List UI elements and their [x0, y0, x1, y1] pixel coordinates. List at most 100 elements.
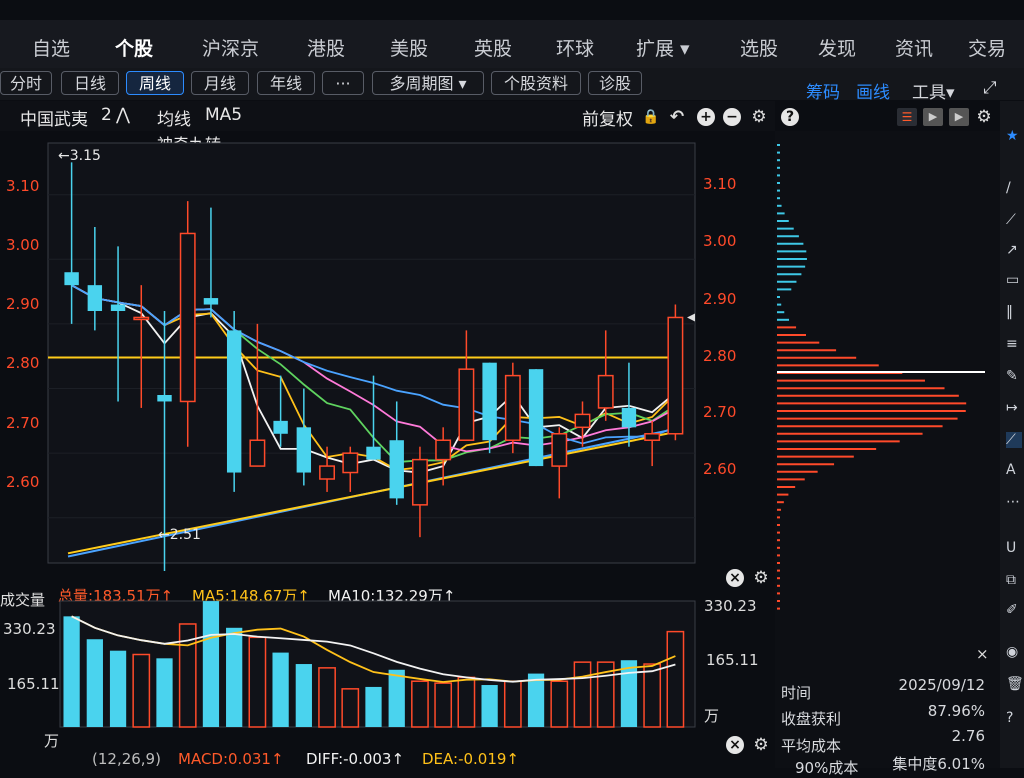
nav-hk[interactable]: 港股: [307, 34, 345, 61]
price-tick-right: 3.00: [703, 232, 737, 250]
candle-body-up: [667, 316, 684, 435]
candle-body-up: [411, 458, 428, 506]
diagnose-button[interactable]: 诊股: [588, 71, 642, 95]
eye-icon[interactable]: ◉: [1006, 644, 1022, 660]
copy-icon[interactable]: ⧉: [1006, 572, 1022, 588]
tools-menu[interactable]: 工具▾: [912, 78, 955, 103]
candle-body-down: [273, 420, 288, 434]
volume-bar-up: [666, 630, 685, 728]
nav-global[interactable]: 环球: [556, 34, 594, 61]
more-button[interactable]: ···: [322, 71, 364, 95]
trash-icon[interactable]: 🗑: [1006, 676, 1024, 692]
play-next-icon[interactable]: ▶: [949, 108, 969, 126]
nav-screener[interactable]: 选股: [740, 34, 778, 61]
volume-bar-down: [527, 673, 545, 727]
price-tick-left: 2.60: [6, 473, 40, 491]
list-icon[interactable]: ☰: [897, 108, 917, 126]
period-daily[interactable]: 日线: [61, 71, 119, 95]
period-monthly[interactable]: 月线: [191, 71, 249, 95]
volume-bar-down: [86, 639, 103, 727]
gear-icon[interactable]: ⚙: [752, 569, 770, 587]
volume-bar-down: [109, 650, 127, 727]
chip-distribution-chart: [777, 144, 985, 610]
channel-tool-icon[interactable]: ‖: [1006, 304, 1022, 320]
dea-value: DEA:-0.019↑: [422, 750, 520, 768]
rect-tool-icon[interactable]: ▭: [1006, 272, 1022, 288]
chips-link[interactable]: 筹码: [806, 78, 840, 103]
close-icon[interactable]: ×: [726, 569, 744, 587]
chevron-up-icon[interactable]: ⋀: [116, 105, 130, 125]
nav-extend[interactable]: 扩展 ▾: [636, 34, 690, 61]
candle-body-up: [597, 374, 614, 409]
gear-icon[interactable]: ⚙: [752, 736, 770, 754]
stat-value-time: 2025/09/12: [898, 676, 985, 694]
play-icon[interactable]: ▶: [923, 108, 943, 126]
star-icon[interactable]: ★: [1006, 128, 1022, 144]
adjust-mode[interactable]: 前复权: [582, 105, 633, 130]
nav-discover[interactable]: 发现: [818, 34, 856, 61]
zoom-out-icon[interactable]: −: [723, 108, 741, 126]
wave-tool-icon[interactable]: ↗: [1006, 242, 1022, 258]
volume-chart[interactable]: [0, 595, 775, 735]
candle-body-down: [366, 446, 381, 460]
nav-us[interactable]: 美股: [390, 34, 428, 61]
draw-link[interactable]: 画线: [856, 78, 890, 103]
nav-trade[interactable]: 交易: [968, 34, 1006, 61]
volume-bar-down: [295, 664, 312, 727]
stat-value-concentration: 集中度6.01%: [892, 755, 985, 773]
volume-bar-up: [457, 676, 476, 728]
help-icon[interactable]: ?: [1006, 710, 1022, 726]
candle-body-up: [644, 433, 661, 441]
close-icon[interactable]: ×: [976, 645, 989, 663]
nav-shanghai-shenzhen[interactable]: 沪深京: [202, 34, 259, 61]
candle-body-up: [319, 465, 336, 480]
stat-label-profit: 收盘获利: [781, 710, 842, 728]
volume-tick-left: 330.23: [3, 620, 56, 638]
price-chart[interactable]: [0, 131, 775, 571]
nav-favorites[interactable]: 自选: [32, 34, 70, 61]
pen-tool-icon[interactable]: ✎: [1006, 368, 1022, 384]
price-tick-right: 2.60: [703, 460, 737, 478]
chip-settings-icon[interactable]: ⚙: [975, 108, 993, 126]
line-tool-icon[interactable]: /: [1006, 180, 1022, 196]
fib-tool-icon[interactable]: ≡: [1006, 336, 1022, 352]
period-weekly[interactable]: 周线: [126, 71, 184, 95]
measure-tool-icon[interactable]: ↦: [1006, 400, 1022, 416]
nav-stock[interactable]: 个股: [115, 34, 153, 61]
price-plot-area: [47, 142, 696, 564]
low-marker: ←2.51: [158, 527, 201, 543]
trendline-tool-icon[interactable]: ⟋: [1006, 432, 1022, 448]
nav-uk[interactable]: 英股: [474, 34, 512, 61]
multi-period-button[interactable]: 多周期图 ▾: [372, 71, 484, 95]
stock-profile-button[interactable]: 个股资料: [491, 71, 581, 95]
period-yearly[interactable]: 年线: [257, 71, 315, 95]
zoom-in-icon[interactable]: +: [697, 108, 715, 126]
volume-bar-up: [132, 653, 151, 728]
stat-value-profit: 87.96%: [927, 702, 985, 720]
lock-icon[interactable]: 🔒: [642, 108, 660, 126]
price-tick-right: 2.80: [703, 347, 737, 365]
nav-news[interactable]: 资讯: [895, 34, 933, 61]
price-tick-left: 2.90: [6, 295, 40, 313]
period-minute[interactable]: 分时: [0, 71, 52, 95]
edit-icon[interactable]: ✐: [1006, 602, 1022, 618]
candle-body-down: [87, 285, 103, 311]
ray-tool-icon[interactable]: ⟋: [1006, 212, 1022, 228]
gear-icon[interactable]: ⚙: [750, 108, 768, 126]
volume-bar-down: [156, 658, 173, 727]
volume-bar-up: [248, 636, 267, 728]
close-icon[interactable]: ×: [726, 736, 744, 754]
text-tool-icon[interactable]: A: [1006, 462, 1022, 478]
price-tick-left: 3.00: [6, 236, 40, 254]
period-bar: 分时 日线 周线 月线 年线 ··· 多周期图 ▾ 个股资料 诊股 筹码 画线 …: [0, 68, 1024, 103]
volume-bar-up: [341, 688, 360, 728]
volume-bar-down: [202, 601, 220, 727]
undo-icon[interactable]: ↶: [668, 108, 686, 126]
help-icon[interactable]: ?: [781, 108, 799, 126]
magnet-icon[interactable]: U: [1006, 540, 1022, 556]
ma-label: 均线: [157, 110, 191, 130]
volume-bar-up: [503, 680, 522, 728]
candle-body-up: [133, 316, 150, 321]
more-tools-icon[interactable]: ⋯: [1006, 494, 1022, 510]
fullscreen-icon[interactable]: ⤢: [983, 78, 997, 98]
